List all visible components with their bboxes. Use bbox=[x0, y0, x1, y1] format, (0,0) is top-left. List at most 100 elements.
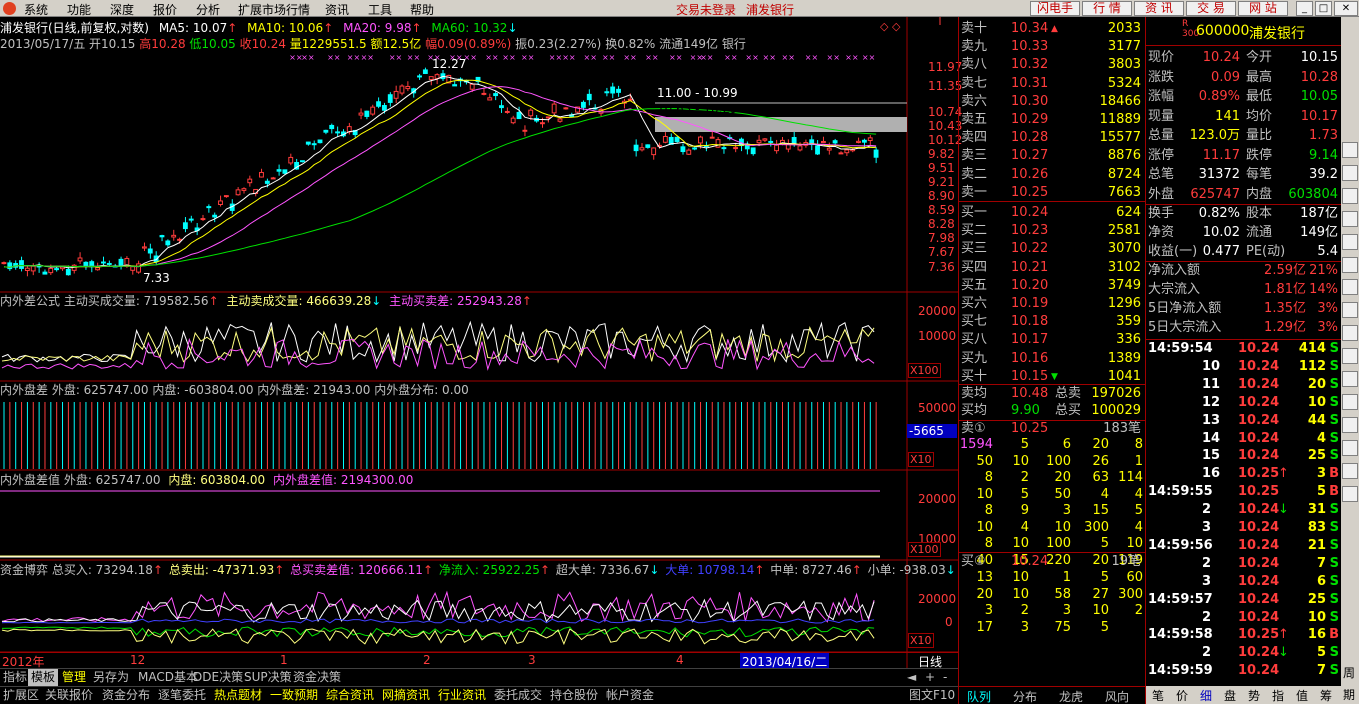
tab-sup[interactable]: SUP决策 bbox=[241, 669, 295, 686]
order-book-level[interactable]: 买六 10.19 1296 bbox=[961, 295, 1143, 313]
svg-text:××: ×× bbox=[584, 53, 597, 62]
tick-side: B bbox=[1329, 466, 1339, 482]
order-book-tab[interactable]: 队列 bbox=[967, 688, 991, 704]
tab-template[interactable]: 模板 bbox=[28, 669, 59, 686]
order-book-level[interactable]: 卖二 10.26 8724 bbox=[961, 166, 1143, 184]
tick-tab[interactable]: 值 bbox=[1296, 687, 1308, 704]
order-book-level[interactable]: 买八 10.17 336 bbox=[961, 331, 1143, 349]
tab-capital-dist[interactable]: 资金分布 bbox=[99, 687, 153, 704]
rsi-icon[interactable] bbox=[1342, 325, 1358, 341]
zoom-out-button[interactable]: - bbox=[940, 669, 950, 686]
tick-row: 11 10.24 20 S bbox=[1146, 376, 1342, 393]
order-book-level[interactable]: 卖七 10.31 5324 bbox=[961, 75, 1143, 93]
fio-icon[interactable] bbox=[1342, 279, 1358, 295]
order-book-tab[interactable]: 分布 bbox=[1013, 688, 1037, 704]
menu-function[interactable]: 功能 bbox=[67, 1, 91, 18]
order-book-level[interactable]: 买四 10.21 3102 bbox=[961, 259, 1143, 277]
news-button[interactable]: 资 讯 bbox=[1134, 1, 1184, 16]
menu-info[interactable]: 资讯 bbox=[325, 1, 349, 18]
order-book-level[interactable]: 卖十 10.34 ▲ 2033 bbox=[961, 20, 1143, 38]
close-icon[interactable]: ✕ bbox=[1334, 1, 1358, 16]
tab-order-by-order[interactable]: 逐笔委托 bbox=[155, 687, 209, 704]
quote-label: 涨幅 bbox=[1148, 89, 1175, 104]
tab-positions[interactable]: 持仓股份 bbox=[547, 687, 601, 704]
tab-dde[interactable]: DDE决策 bbox=[190, 669, 246, 686]
grid2-icon[interactable] bbox=[1342, 486, 1358, 502]
order-book-level[interactable]: 买五 10.20 3749 bbox=[961, 277, 1143, 295]
fio-icon[interactable] bbox=[1342, 394, 1358, 410]
quote-label: 流通 bbox=[1246, 225, 1273, 240]
fio-icon[interactable] bbox=[1342, 211, 1358, 227]
flash-trade-button[interactable]: 闪电手 bbox=[1030, 1, 1080, 16]
order-book-level[interactable]: 买一 10.24 624 bbox=[961, 204, 1143, 222]
menu-quote[interactable]: 报价 bbox=[153, 1, 177, 18]
maximize-icon[interactable]: □ bbox=[1315, 1, 1332, 16]
tab-general-news[interactable]: 综合资讯 bbox=[323, 687, 377, 704]
stock-name-link[interactable]: 浦发银行 bbox=[746, 1, 794, 18]
minimize-icon[interactable]: _ bbox=[1296, 1, 1313, 16]
order-book-level[interactable]: 买三 10.22 3070 bbox=[961, 240, 1143, 258]
tick-tab[interactable]: 笔 bbox=[1152, 687, 1164, 704]
tick-tab[interactable]: 盘 bbox=[1224, 687, 1236, 704]
tick-tab[interactable]: 指 bbox=[1272, 687, 1284, 704]
tick-arrow: ↑ bbox=[1278, 627, 1289, 643]
f10-button[interactable]: 图文F10 bbox=[906, 687, 958, 704]
tab-consensus[interactable]: 一致预期 bbox=[267, 687, 321, 704]
order-book-level[interactable]: 卖九 10.33 3177 bbox=[961, 38, 1143, 56]
avg-sell-label: 卖均 bbox=[961, 386, 988, 401]
chart-icon[interactable] bbox=[1342, 142, 1358, 158]
tab-orders-deals[interactable]: 委托成交 bbox=[491, 687, 545, 704]
pencil-icon[interactable] bbox=[1342, 440, 1358, 456]
order-book-level[interactable]: 卖六 10.30 18466 bbox=[961, 93, 1143, 111]
tab-related-quote[interactable]: 关联报价 bbox=[42, 687, 96, 704]
quote-button[interactable]: 行 情 bbox=[1082, 1, 1132, 16]
order-book-level[interactable]: 买二 10.23 2581 bbox=[961, 222, 1143, 240]
trade-button[interactable]: 交 易 bbox=[1186, 1, 1236, 16]
chart-area[interactable]: ×××× ×× ×× ×× ×× ×× ×× ×× ×× ×× ×× ×× ×× ×× ×× ×× ×× ×× ××… bbox=[0, 17, 958, 704]
order-book-level[interactable]: 卖三 10.27 8876 bbox=[961, 147, 1143, 165]
tab-industry-news[interactable]: 行业资讯 bbox=[435, 687, 489, 704]
tick-time: 14:59:58 bbox=[1148, 627, 1213, 643]
menu-extended-market[interactable]: 扩展市场行情 bbox=[238, 1, 310, 18]
fio-icon[interactable] bbox=[1342, 302, 1358, 318]
order-book-level[interactable]: 卖一 10.25 7663 bbox=[961, 184, 1143, 202]
order-book-level[interactable]: 卖五 10.29 11889 bbox=[961, 111, 1143, 129]
menu-depth[interactable]: 深度 bbox=[110, 1, 134, 18]
menu-tools[interactable]: 工具 bbox=[368, 1, 392, 18]
tab-manage[interactable]: 管理 bbox=[59, 669, 89, 686]
tick-tab[interactable]: 势 bbox=[1248, 687, 1260, 704]
tab-save-as[interactable]: 另存为 bbox=[90, 669, 132, 686]
tab-capital-decision[interactable]: 资金决策 bbox=[290, 669, 344, 686]
order-book-tab[interactable]: 龙虎 bbox=[1059, 688, 1083, 704]
grid-icon[interactable] bbox=[1342, 165, 1358, 181]
tab-digest-news[interactable]: 网摘资讯 bbox=[379, 687, 433, 704]
fio-icon[interactable] bbox=[1342, 371, 1358, 387]
fio-icon[interactable] bbox=[1342, 257, 1358, 273]
tick-tab[interactable]: 价 bbox=[1176, 687, 1188, 704]
order-book-level[interactable]: 买九 10.16 1389 bbox=[961, 350, 1143, 368]
tab-account-funds[interactable]: 帐户资金 bbox=[603, 687, 657, 704]
level-label: 卖九 bbox=[961, 39, 988, 54]
order-book-level[interactable]: 买七 10.18 359 bbox=[961, 313, 1143, 331]
level-price: 10.17 bbox=[1011, 332, 1049, 347]
menu-system[interactable]: 系统 bbox=[24, 1, 48, 18]
tick-tab[interactable]: 筹 bbox=[1320, 687, 1332, 704]
fio-icon[interactable] bbox=[1342, 234, 1358, 250]
order-book-tab[interactable]: 风向 bbox=[1105, 688, 1129, 704]
tab-indicator[interactable]: 指标 bbox=[0, 669, 30, 686]
tick-tab[interactable]: 细 bbox=[1200, 687, 1212, 704]
fio-icon[interactable] bbox=[1342, 188, 1358, 204]
menu-analysis[interactable]: 分析 bbox=[196, 1, 220, 18]
fio-icon[interactable] bbox=[1342, 417, 1358, 433]
tab-hot-topics[interactable]: 热点题材 bbox=[211, 687, 265, 704]
edit-icon[interactable] bbox=[1342, 463, 1358, 479]
menu-help[interactable]: 帮助 bbox=[410, 1, 434, 18]
tab-ext-area[interactable]: 扩展区 bbox=[0, 687, 42, 704]
scroll-left-button[interactable]: ◄ bbox=[904, 669, 919, 686]
website-button[interactable]: 网 站 bbox=[1238, 1, 1288, 16]
order-book-level[interactable]: 卖四 10.28 15577 bbox=[961, 129, 1143, 147]
fio-icon[interactable] bbox=[1342, 348, 1358, 364]
order-book-level[interactable]: 卖八 10.32 3803 bbox=[961, 56, 1143, 74]
zoom-in-button[interactable]: + bbox=[922, 669, 938, 686]
chart-options-icon[interactable]: ◇ ◇ bbox=[880, 20, 900, 33]
